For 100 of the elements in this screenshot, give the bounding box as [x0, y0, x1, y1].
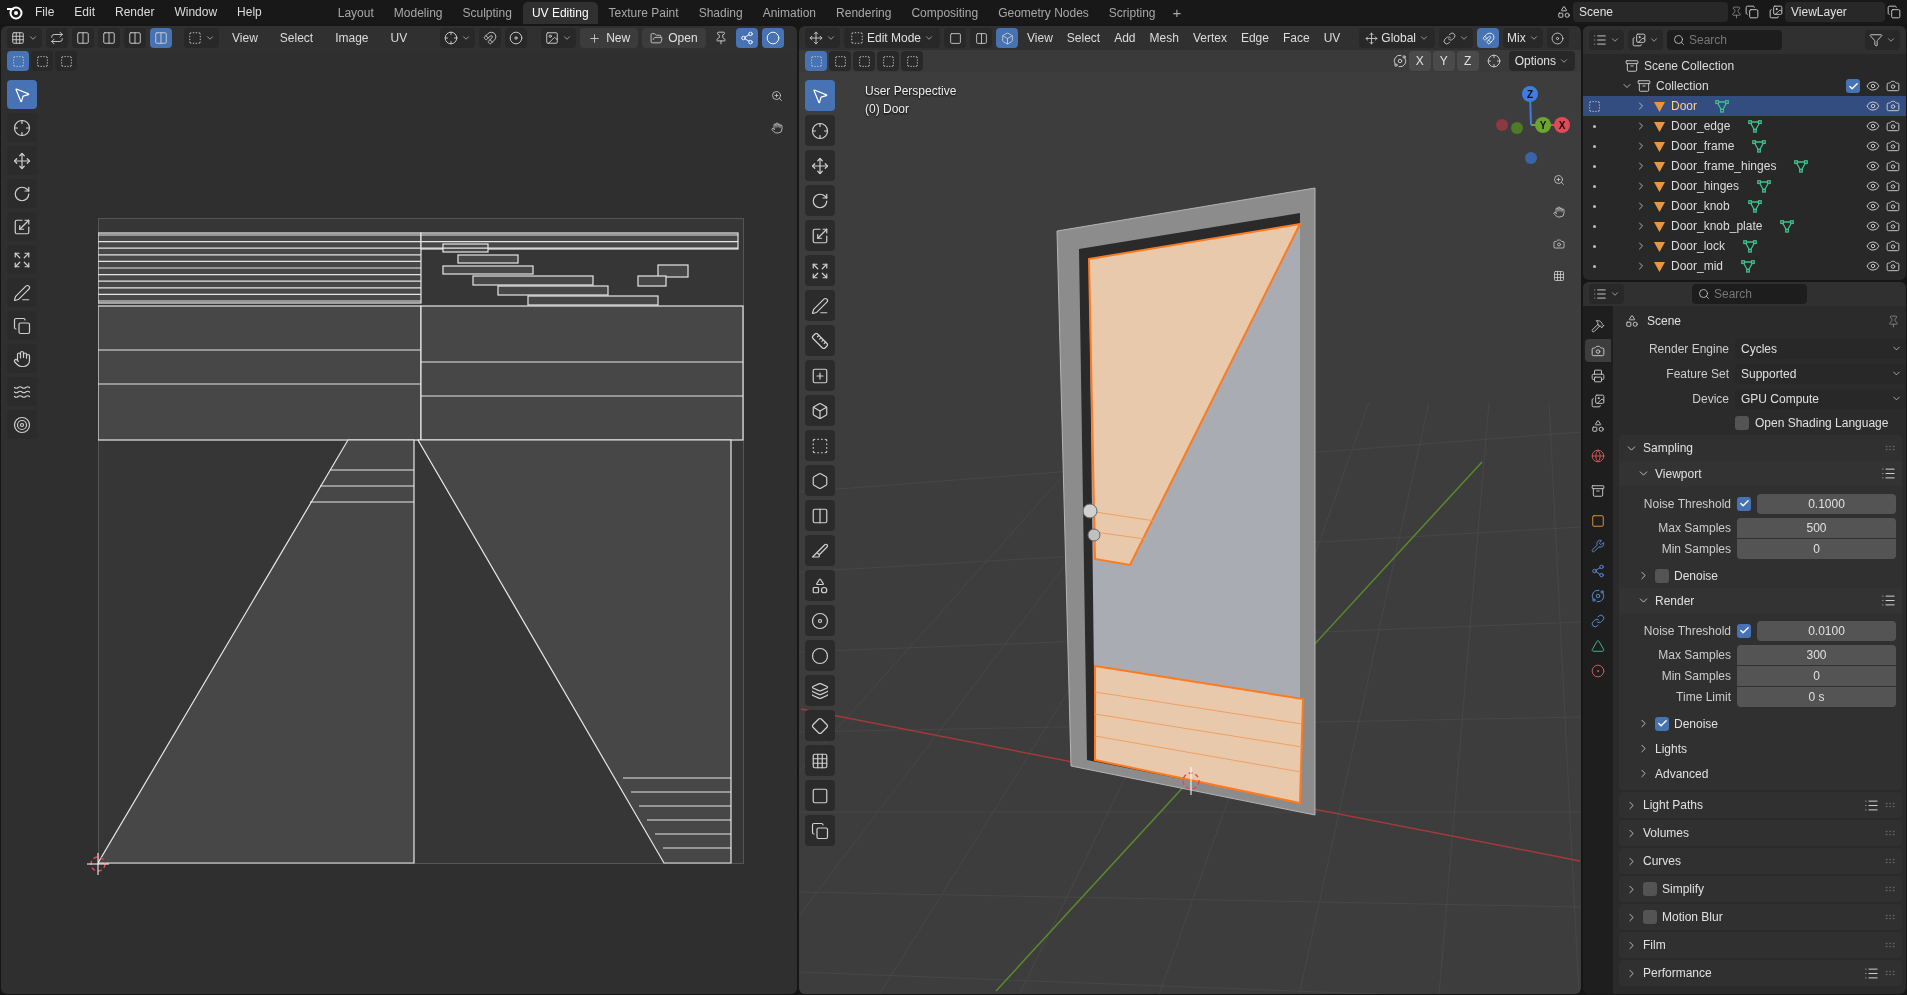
- object-name: Door_knob: [1671, 199, 1730, 213]
- axis-toggle-button[interactable]: Z: [1456, 51, 1479, 71]
- number-field[interactable]: 0: [1737, 538, 1896, 559]
- menu-item[interactable]: Select: [1061, 31, 1106, 45]
- outliner-row[interactable]: Door_lock: [1583, 236, 1906, 256]
- axis-gizmo-handle[interactable]: Y: [1535, 117, 1551, 133]
- object-name: Door: [1671, 99, 1697, 113]
- menu-item[interactable]: Edit: [65, 5, 105, 19]
- panel-header[interactable]: Film: [1619, 932, 1902, 958]
- menu-item[interactable]: Edge: [1235, 31, 1274, 45]
- axis-gizmo-handle[interactable]: X: [1554, 117, 1570, 133]
- number-field[interactable]: 0.1000: [1757, 493, 1896, 514]
- workspace-tab[interactable]: Shading: [689, 2, 752, 24]
- orientation-dropdown[interactable]: Global: [1359, 28, 1435, 48]
- object-name: Door_lock: [1671, 239, 1726, 253]
- menu-item[interactable]: UV: [1318, 31, 1346, 45]
- workspace-tab[interactable]: Texture Paint: [599, 2, 688, 24]
- field-label: Max Samples: [1657, 647, 1731, 662]
- context-title: Scene: [1647, 314, 1683, 328]
- panel-header[interactable]: Volumes: [1619, 820, 1902, 846]
- number-field[interactable]: 500: [1737, 517, 1896, 538]
- panel-title: Simplify: [1662, 882, 1705, 896]
- outliner-row[interactable]: Door_knob_plate: [1583, 216, 1906, 236]
- workspace-tab[interactable]: Modeling: [384, 2, 452, 24]
- field-label: Time Limit: [1675, 689, 1731, 704]
- dropdown-field[interactable]: Cycles: [1735, 338, 1906, 359]
- menu-item[interactable]: View: [223, 31, 267, 45]
- menu-item[interactable]: Image: [326, 31, 378, 45]
- open-image-button[interactable]: Open: [642, 28, 706, 48]
- workspace-tab[interactable]: Layout: [328, 2, 383, 24]
- dropdown-field[interactable]: Supported: [1735, 363, 1906, 384]
- outliner-item[interactable]: Collection: [1656, 79, 1846, 93]
- menu-item[interactable]: View: [1022, 31, 1058, 45]
- workspace-tab[interactable]: Geometry Nodes: [989, 2, 1098, 24]
- field-label: Min Samples: [1660, 541, 1731, 556]
- workspace-tab[interactable]: Compositing: [902, 2, 988, 24]
- view-layer-selector[interactable]: ViewLayer: [1785, 2, 1885, 22]
- axis-gizmo-handle[interactable]: Z: [1522, 86, 1538, 102]
- number-field[interactable]: 0 s: [1737, 686, 1896, 707]
- workspace-tab[interactable]: Animation: [753, 2, 826, 24]
- menu-item[interactable]: Mesh: [1144, 31, 1184, 45]
- proportional-dropdown[interactable]: Mix: [1503, 28, 1543, 48]
- panel-header[interactable]: Curves: [1619, 848, 1902, 874]
- axis-toggle-button[interactable]: Y: [1432, 51, 1455, 71]
- menu-item[interactable]: Vertex: [1187, 31, 1232, 45]
- panel-title: Advanced: [1655, 766, 1710, 781]
- options-dropdown[interactable]: Options: [1508, 51, 1575, 71]
- panel-title: Lights: [1655, 741, 1689, 756]
- outliner-row[interactable]: Door_mid: [1583, 256, 1906, 276]
- outliner-row[interactable]: Door_frame: [1583, 136, 1906, 156]
- menu-item[interactable]: Select: [270, 31, 323, 45]
- panel-header[interactable]: Motion Blur: [1619, 904, 1902, 930]
- panel-header[interactable]: Sampling: [1619, 435, 1902, 461]
- number-field[interactable]: 300: [1737, 644, 1896, 665]
- outliner-row[interactable]: Door_edge: [1583, 116, 1906, 136]
- search-field[interactable]: Search: [1692, 284, 1807, 304]
- object-name: Door_frame: [1671, 139, 1735, 153]
- workspace-tab[interactable]: Rendering: [827, 2, 901, 24]
- object-name: (0) Door: [865, 102, 910, 116]
- outliner-item[interactable]: Scene Collection: [1644, 59, 1735, 73]
- field-label: Device: [1691, 391, 1729, 406]
- new-image-button[interactable]: New: [580, 28, 639, 48]
- menu-item[interactable]: Help: [228, 5, 271, 19]
- axis-toggle-button[interactable]: X: [1408, 51, 1431, 71]
- outliner-row[interactable]: Door_hinges: [1583, 176, 1906, 196]
- panel-title: Denoise: [1674, 716, 1720, 731]
- panel-header[interactable]: Performance: [1619, 960, 1902, 986]
- menu-item[interactable]: Face: [1277, 31, 1315, 45]
- field-label: Noise Threshold: [1642, 623, 1731, 638]
- number-field[interactable]: 0.0100: [1757, 620, 1896, 641]
- add-workspace-button[interactable]: +: [1166, 3, 1188, 21]
- object-name: Door_frame_hinges: [1671, 159, 1777, 173]
- panel-header[interactable]: Denoise: [1619, 563, 1902, 588]
- menu-item[interactable]: Add: [1109, 31, 1141, 45]
- panel-header[interactable]: Light Paths: [1619, 792, 1902, 818]
- panel-title: Film: [1643, 938, 1667, 952]
- outliner-row[interactable]: Door_knob: [1583, 196, 1906, 216]
- panel-header[interactable]: Denoise: [1619, 711, 1902, 736]
- workspace-tab[interactable]: Sculpting: [453, 2, 521, 24]
- menu-item[interactable]: Window: [165, 5, 227, 19]
- panel-header[interactable]: Advanced: [1619, 761, 1902, 786]
- search-field[interactable]: Search: [1667, 30, 1782, 50]
- field-label: Feature Set: [1665, 366, 1729, 381]
- outliner-row[interactable]: Door: [1583, 96, 1906, 116]
- scene-selector[interactable]: Scene: [1573, 2, 1728, 22]
- number-field[interactable]: 0: [1737, 665, 1896, 686]
- dropdown-field[interactable]: GPU Compute: [1735, 388, 1906, 409]
- menu-item[interactable]: File: [26, 5, 64, 19]
- mode-dropdown[interactable]: Edit Mode: [844, 28, 941, 48]
- outliner-row[interactable]: Door_frame_hinges: [1583, 156, 1906, 176]
- workspace-tab[interactable]: Scripting: [1099, 2, 1165, 24]
- panel-title: Denoise: [1674, 568, 1720, 583]
- panel-title: Curves: [1643, 854, 1682, 868]
- menu-item[interactable]: UV: [381, 31, 417, 45]
- panel-title: Light Paths: [1643, 798, 1705, 812]
- menu-item[interactable]: Render: [106, 5, 164, 19]
- panel-header[interactable]: Simplify: [1619, 876, 1902, 902]
- panel-header[interactable]: Lights: [1619, 736, 1902, 761]
- workspace-tab[interactable]: UV Editing: [522, 2, 598, 24]
- object-name: Door_mid: [1671, 259, 1724, 273]
